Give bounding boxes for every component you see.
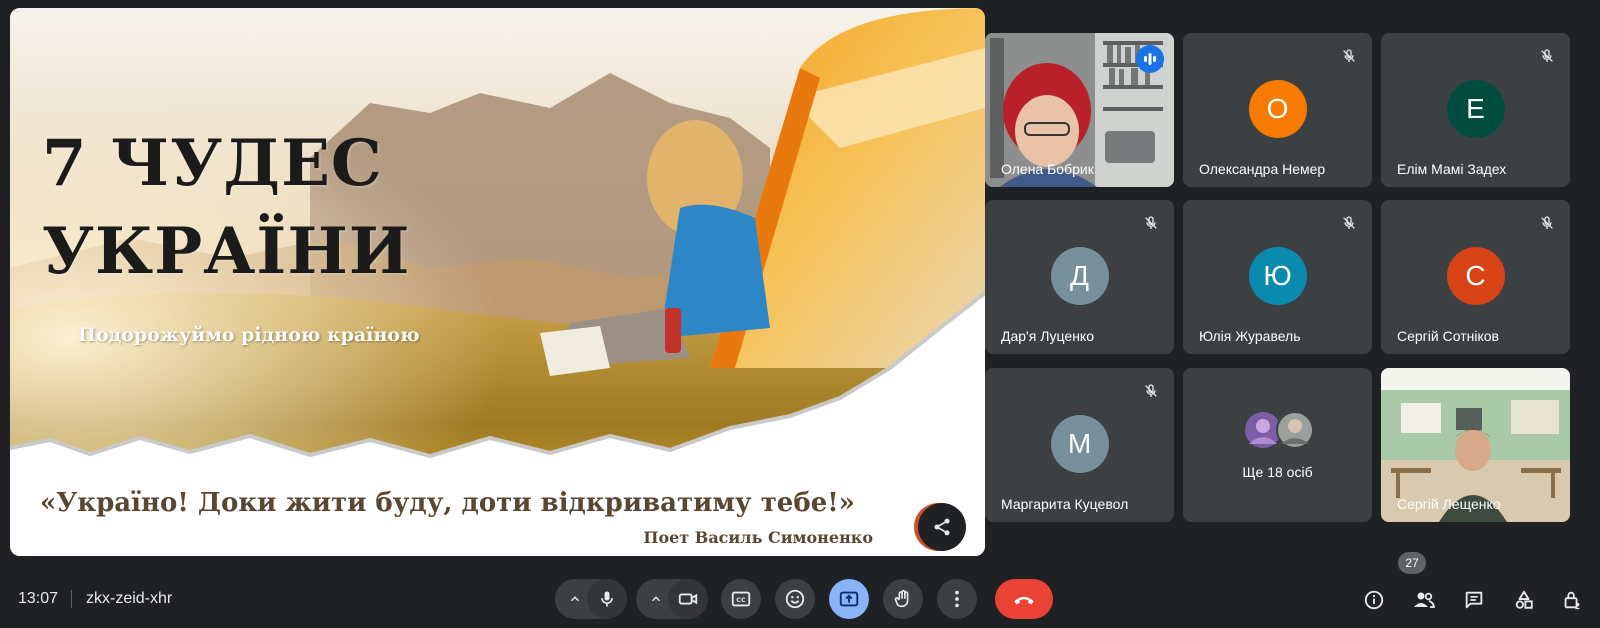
camera-control bbox=[636, 579, 708, 619]
other-participants-label: Ще 18 осіб bbox=[1242, 464, 1313, 480]
meeting-time: 13:07 bbox=[18, 590, 59, 607]
leave-call-button[interactable] bbox=[995, 579, 1053, 619]
participant-name: Дар'я Луценко bbox=[1001, 328, 1094, 344]
slide-title: 7 ЧУДЕС УКРАЇНИ bbox=[42, 120, 410, 296]
participant-name: Олександра Немер bbox=[1199, 161, 1326, 177]
info-icon bbox=[1364, 590, 1384, 610]
audio-wave-icon bbox=[1144, 53, 1156, 65]
avatar: Е bbox=[1446, 80, 1505, 138]
mic-off-icon bbox=[1140, 212, 1162, 234]
participant-tile-oleksandra-nemer[interactable]: О Олександра Немер bbox=[1183, 33, 1372, 187]
raise-hand-button[interactable] bbox=[883, 579, 923, 619]
slide-author: Поет Василь Симоненко bbox=[643, 528, 873, 547]
participant-tile-marharyta-kutsevol[interactable]: М Маргарита Куцевол bbox=[985, 368, 1174, 522]
other-participants-tile[interactable]: Ще 18 осіб bbox=[1183, 368, 1372, 522]
mic-off-icon bbox=[1536, 45, 1558, 67]
host-controls-button[interactable] bbox=[1554, 582, 1590, 618]
mic-off-icon bbox=[1338, 45, 1360, 67]
other-participants-avatars bbox=[1245, 411, 1314, 449]
meeting-details-button[interactable] bbox=[1356, 582, 1392, 618]
meeting-code: zkx-zeid-xhr bbox=[86, 590, 173, 607]
lock-person-icon bbox=[1564, 591, 1581, 610]
people-icon bbox=[1414, 592, 1436, 608]
participant-tile-elim-mami-zadekh[interactable]: Е Елім Мамі Задех bbox=[1381, 33, 1570, 187]
shapes-icon bbox=[1515, 590, 1533, 609]
mic-off-icon bbox=[1140, 380, 1162, 402]
avatar: С bbox=[1446, 247, 1505, 305]
camera-button[interactable] bbox=[668, 579, 708, 619]
present-now-button[interactable] bbox=[829, 579, 869, 619]
participant-name: Елім Мамі Задех bbox=[1397, 161, 1507, 177]
participant-name: Сергій Сотніков bbox=[1397, 328, 1499, 344]
people-button[interactable] bbox=[1406, 582, 1442, 618]
call-end-icon bbox=[1014, 596, 1034, 605]
svg-text:CC: CC bbox=[736, 596, 746, 604]
participant-tile-serhii-sotnikov[interactable]: С Сергій Сотніков bbox=[1381, 200, 1570, 354]
participant-tile-olena-bobryk[interactable]: Олена Бобрик bbox=[985, 33, 1174, 187]
mic-off-icon bbox=[1536, 212, 1558, 234]
avatar: М bbox=[1050, 415, 1109, 473]
slide-quote: «Україно! Доки жити буду, доти відкриват… bbox=[40, 488, 855, 518]
slide-title-line2: УКРАЇНИ bbox=[42, 214, 411, 289]
participant-name: Олена Бобрик bbox=[1001, 161, 1094, 177]
reactions-button[interactable] bbox=[775, 579, 815, 619]
share-icon bbox=[934, 518, 950, 536]
microphone-button[interactable] bbox=[587, 579, 627, 619]
participant-name: Сергій Лещенко bbox=[1397, 496, 1501, 512]
avatar: Д bbox=[1050, 247, 1109, 305]
activities-button[interactable] bbox=[1506, 582, 1542, 618]
audio-settings-button[interactable] bbox=[561, 579, 589, 619]
divider bbox=[71, 590, 72, 608]
slide-subtitle: Подорожуймо рідною країною bbox=[78, 324, 420, 346]
videocam-icon bbox=[678, 593, 698, 605]
chevron-up-icon bbox=[570, 596, 580, 602]
chevron-up-icon bbox=[651, 596, 661, 602]
microphone-control bbox=[555, 579, 627, 619]
avatar: Ю bbox=[1248, 247, 1307, 305]
avatar: О bbox=[1248, 80, 1307, 138]
closed-captions-icon: CC bbox=[731, 591, 751, 607]
participant-name: Юлія Журавель bbox=[1199, 328, 1301, 344]
hand-icon bbox=[894, 589, 909, 608]
chat-button[interactable] bbox=[1456, 582, 1492, 618]
participant-tile-daria-lutsenko[interactable]: Д Дар'я Луценко bbox=[985, 200, 1174, 354]
captions-button[interactable]: CC bbox=[721, 579, 761, 619]
share-button[interactable] bbox=[918, 503, 966, 551]
presentation-slide: 7 ЧУДЕС УКРАЇНИ Подорожуймо рідною країн… bbox=[10, 8, 985, 556]
video-settings-button[interactable] bbox=[642, 579, 670, 619]
present-screen-icon bbox=[839, 591, 859, 607]
participant-name: Маргарита Куцевол bbox=[1001, 496, 1129, 512]
more-vert-icon bbox=[955, 590, 959, 608]
participant-tile-serhii-leshchenko[interactable]: Сергій Лещенко bbox=[1381, 368, 1570, 522]
emoji-icon bbox=[785, 589, 805, 609]
mic-off-icon bbox=[1338, 212, 1360, 234]
participant-tile-yulia-zhuravel[interactable]: Ю Юлія Журавель bbox=[1183, 200, 1372, 354]
chat-icon bbox=[1465, 591, 1483, 609]
people-count-badge: 27 bbox=[1398, 552, 1426, 574]
speaking-indicator bbox=[1136, 45, 1164, 73]
more-options-button[interactable] bbox=[937, 579, 977, 619]
slide-title-line1: 7 ЧУДЕС bbox=[42, 126, 383, 201]
microphone-icon bbox=[601, 591, 613, 607]
